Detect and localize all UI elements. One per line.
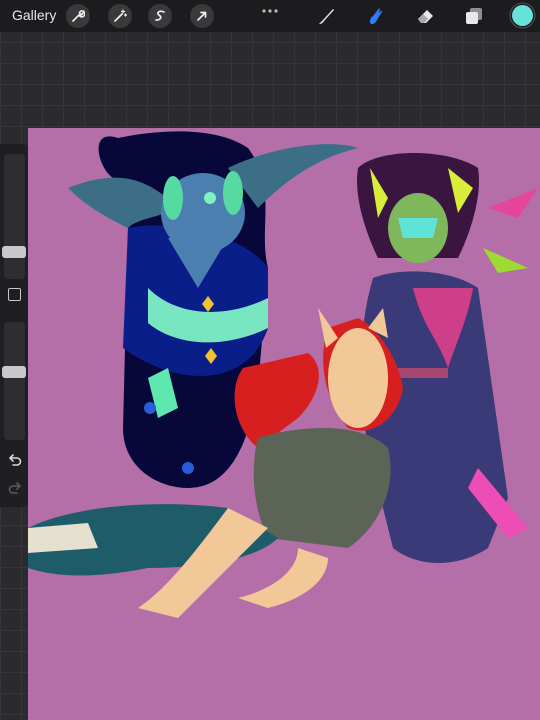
opacity-handle[interactable] xyxy=(2,366,26,378)
magic-wand-icon[interactable] xyxy=(108,4,132,28)
undo-icon[interactable] xyxy=(7,452,23,468)
smudge-icon[interactable] xyxy=(364,4,388,28)
brush-size-handle[interactable] xyxy=(2,246,26,258)
brush-icon[interactable] xyxy=(314,4,338,28)
drawing-canvas[interactable] xyxy=(28,128,540,720)
modify-button[interactable] xyxy=(8,288,21,301)
opacity-slider[interactable] xyxy=(2,322,26,440)
top-toolbar: Gallery xyxy=(0,0,540,32)
gallery-button[interactable]: Gallery xyxy=(12,7,56,23)
more-options-icon[interactable] xyxy=(260,2,280,20)
transform-arrow-icon[interactable] xyxy=(190,4,214,28)
left-sidebar xyxy=(0,144,29,507)
eraser-icon[interactable] xyxy=(414,4,438,28)
canvas-artwork xyxy=(28,131,538,618)
color-picker-button[interactable] xyxy=(512,5,533,26)
brush-size-slider[interactable] xyxy=(2,154,26,279)
selection-icon[interactable] xyxy=(148,4,172,28)
redo-icon[interactable] xyxy=(7,480,23,496)
wrench-icon[interactable] xyxy=(66,4,90,28)
layers-icon[interactable] xyxy=(462,4,486,28)
